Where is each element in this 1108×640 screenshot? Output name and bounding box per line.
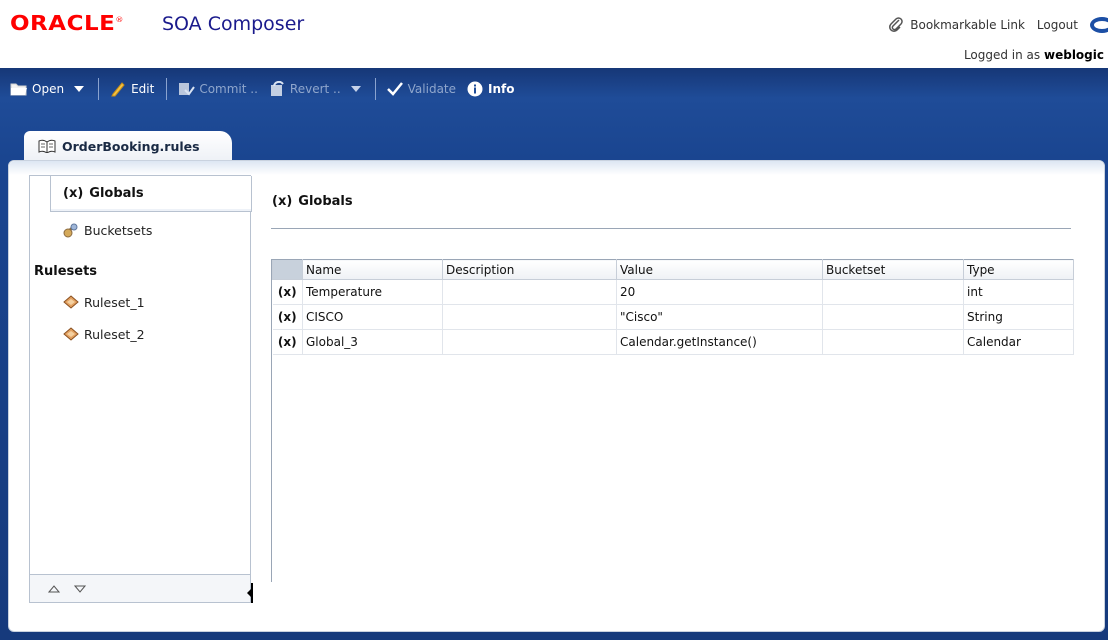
table-header-row: Name Description Value Bucketset Type [272, 259, 1074, 280]
book-icon [38, 139, 56, 153]
main-panel: (x) Globals Bucketsets Rulesets Ruleset_… [8, 160, 1105, 632]
column-header-type[interactable]: Type [963, 259, 1074, 280]
paperclip-icon [889, 17, 904, 32]
cell-type[interactable]: Calendar [963, 329, 1074, 355]
cell-bucketset[interactable] [822, 329, 964, 355]
title-divider [271, 228, 1071, 229]
bookmarkable-link[interactable]: Bookmarkable Link [910, 18, 1025, 32]
cell-description[interactable] [442, 304, 617, 330]
nav-item-globals[interactable]: (x) Globals [50, 176, 252, 212]
table-row[interactable]: (x) Temperature 20 int [272, 279, 1074, 305]
username: weblogic [1044, 48, 1104, 62]
cell-type[interactable]: String [963, 304, 1074, 330]
app-title: SOA Composer [162, 13, 305, 35]
folder-icon [10, 81, 28, 97]
nav-item-ruleset-2[interactable]: Ruleset_2 [62, 326, 145, 342]
table-row[interactable]: (x) CISCO "Cisco" String [272, 304, 1074, 330]
move-up-icon[interactable] [48, 584, 60, 593]
open-button[interactable]: Open [10, 78, 86, 100]
variable-marker: (x) [63, 186, 84, 201]
collapse-arrow-icon [247, 589, 251, 597]
commit-button[interactable]: Commit .. [177, 78, 258, 100]
ruleset-icon [63, 295, 79, 309]
pencil-icon [109, 81, 127, 97]
toolbar-separator [374, 78, 376, 100]
bucketset-icon [63, 223, 78, 238]
validate-button[interactable]: Validate [386, 78, 456, 100]
panel-splitter[interactable] [247, 583, 257, 603]
globals-table: Name Description Value Bucketset Type (x… [272, 259, 1074, 355]
cell-name[interactable]: Temperature [302, 279, 443, 305]
nav-item-bucketsets[interactable]: Bucketsets [62, 222, 152, 238]
move-down-icon[interactable] [74, 585, 86, 593]
logged-in-status: Logged in as weblogic [963, 48, 1104, 62]
column-header-description[interactable]: Description [442, 259, 617, 280]
oracle-logo: ORACLE® [10, 12, 124, 36]
toolbar-separator [166, 78, 168, 100]
app-header: ORACLE® SOA Composer Bookmarkable Link L… [0, 0, 1108, 68]
panel-top-bar [9, 161, 1104, 175]
cell-bucketset[interactable] [822, 304, 964, 330]
column-header-name[interactable]: Name [302, 259, 443, 280]
variable-marker: (x) [272, 329, 303, 355]
info-button[interactable]: Info [466, 78, 515, 100]
variable-marker: (x) [272, 304, 303, 330]
rules-navigator: (x) Globals Bucketsets Rulesets Ruleset_… [29, 175, 252, 603]
ruleset-icon [63, 327, 79, 341]
variable-marker: (x) [272, 279, 303, 305]
globals-table-container: Name Description Value Bucketset Type (x… [271, 259, 1074, 582]
revert-button[interactable]: Revert .. [268, 78, 363, 100]
cell-name[interactable]: CISCO [302, 304, 443, 330]
revert-dropdown-icon[interactable] [350, 86, 361, 92]
toolbar: Open Edit Commit .. Revert .. Validate I… [0, 68, 1108, 110]
nav-heading-rulesets: Rulesets [34, 264, 98, 279]
navigator-footer [30, 574, 250, 602]
column-header-bucketset[interactable]: Bucketset [822, 259, 964, 280]
cell-value[interactable]: "Cisco" [616, 304, 823, 330]
open-dropdown-icon[interactable] [74, 86, 85, 92]
edit-button[interactable]: Edit [109, 78, 154, 100]
row-selector-header[interactable] [272, 259, 303, 280]
commit-icon [177, 81, 196, 97]
cell-name[interactable]: Global_3 [302, 329, 443, 355]
header-links: Bookmarkable Link Logout [888, 14, 1108, 36]
cell-value[interactable]: 20 [616, 279, 823, 305]
revert-icon [268, 81, 286, 97]
cell-type[interactable]: int [963, 279, 1074, 305]
checkmark-icon [386, 81, 404, 97]
cell-description[interactable] [442, 329, 617, 355]
variable-marker: (x) [272, 194, 293, 209]
logout-link[interactable]: Logout [1037, 18, 1078, 32]
oracle-o-logo [1090, 17, 1108, 33]
table-row[interactable]: (x) Global_3 Calendar.getInstance() Cale… [272, 329, 1074, 355]
toolbar-separator [98, 78, 100, 100]
column-header-value[interactable]: Value [616, 259, 823, 280]
nav-item-ruleset-1[interactable]: Ruleset_1 [62, 294, 145, 310]
cell-bucketset[interactable] [822, 279, 964, 305]
tab-orderbooking-rules[interactable]: OrderBooking.rules [24, 131, 232, 161]
info-icon [466, 81, 484, 97]
cell-description[interactable] [442, 279, 617, 305]
cell-value[interactable]: Calendar.getInstance() [616, 329, 823, 355]
page-title: (x) Globals [272, 194, 353, 209]
